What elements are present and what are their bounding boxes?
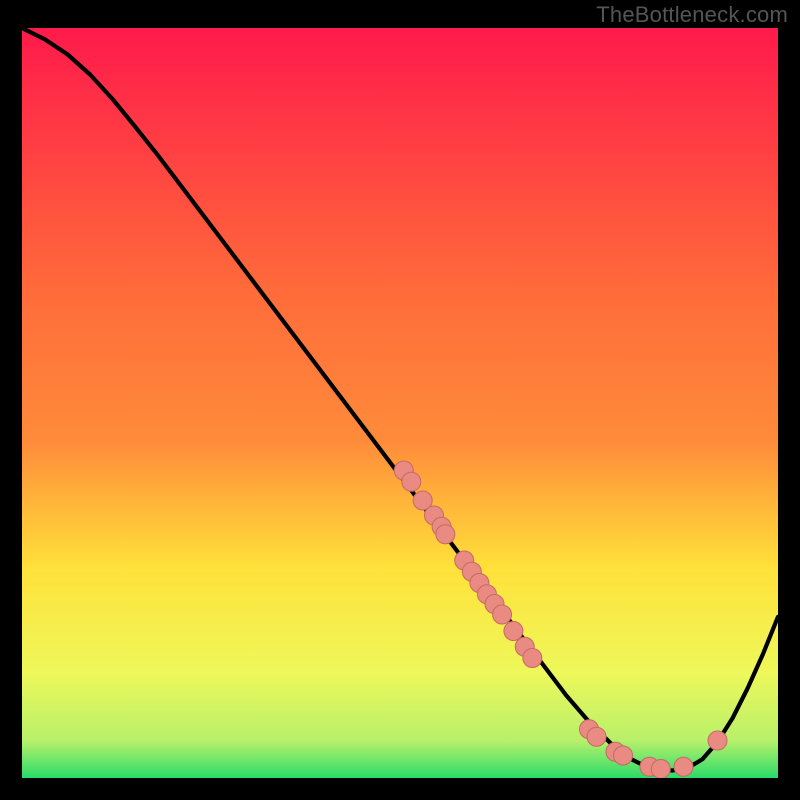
chart-svg — [22, 28, 778, 778]
chart-frame: TheBottleneck.com — [0, 0, 800, 800]
watermark-text: TheBottleneck.com — [596, 2, 788, 28]
plot-area — [22, 28, 778, 778]
